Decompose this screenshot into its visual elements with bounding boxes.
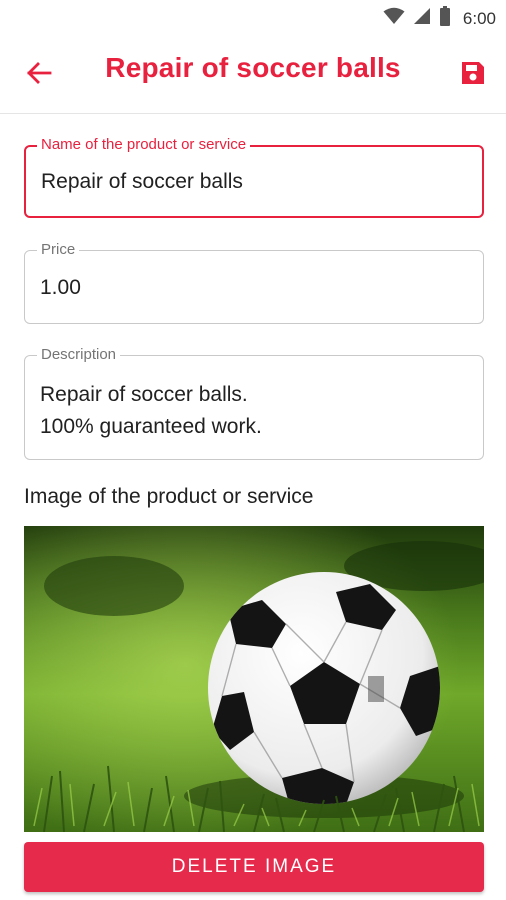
price-label: Price (37, 241, 80, 259)
description-label: Description (37, 346, 121, 364)
product-name-field[interactable]: Name of the product or service Repair of… (24, 136, 484, 218)
image-section-label: Image of the product or service (24, 485, 314, 508)
description-value[interactable]: Repair of soccer balls. 100% guaranteed … (40, 379, 262, 443)
product-image (24, 526, 484, 832)
status-time: 6:00 (462, 8, 496, 28)
price-value[interactable]: 1.00 (40, 272, 81, 304)
app-bar: Repair of soccer balls (0, 36, 506, 114)
save-icon (460, 60, 486, 91)
description-field[interactable]: Description Repair of soccer balls. 100%… (24, 346, 484, 460)
save-button[interactable] (456, 58, 490, 92)
product-name-value[interactable]: Repair of soccer balls (41, 166, 243, 198)
delete-image-button[interactable]: DELETE IMAGE (24, 842, 484, 892)
battery-icon (439, 6, 451, 31)
page-title: Repair of soccer balls (105, 52, 401, 83)
status-bar: 6:00 (0, 0, 506, 36)
cellular-signal-icon (413, 7, 431, 30)
price-field[interactable]: Price 1.00 (24, 241, 484, 324)
product-name-label: Name of the product or service (37, 136, 251, 154)
wifi-icon (383, 7, 405, 30)
